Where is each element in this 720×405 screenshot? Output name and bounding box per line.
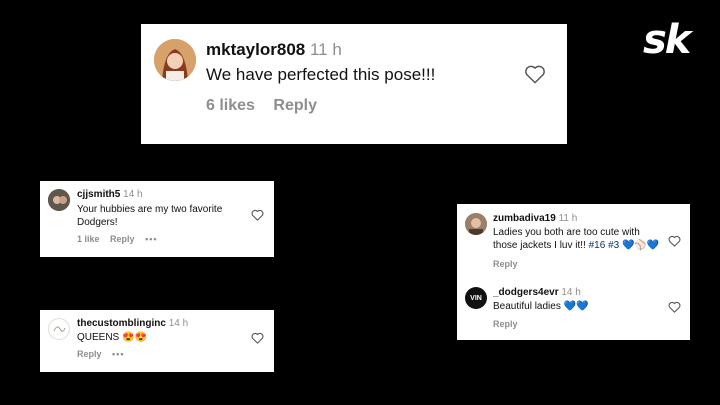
comment-actions: Reply	[493, 319, 518, 329]
reply-button[interactable]: Reply	[493, 319, 518, 329]
avatar-photo-icon	[154, 39, 196, 81]
timestamp[interactable]: 14 h	[169, 318, 188, 329]
timestamp[interactable]: 11 h	[559, 213, 578, 224]
avatar[interactable]	[48, 318, 70, 340]
reply-button[interactable]: Reply	[77, 349, 102, 359]
username-link[interactable]: mktaylor808	[206, 40, 305, 59]
sk-logo: sk	[643, 17, 691, 63]
avatar-photo-icon	[48, 189, 70, 211]
timestamp[interactable]: 11 h	[310, 40, 342, 59]
comment-header: mktaylor808 11 h	[206, 40, 342, 60]
heart-icon[interactable]	[668, 235, 681, 247]
username-link[interactable]: _dodgers4evr	[493, 287, 559, 298]
comment-card-main: mktaylor808 11 h We have perfected this …	[141, 24, 567, 144]
heart-icon[interactable]	[251, 332, 264, 344]
comment-actions: Reply	[493, 259, 518, 269]
heart-icon[interactable]	[668, 301, 681, 313]
likes-count-link[interactable]: 1 like	[77, 234, 100, 244]
avatar-photo-icon	[465, 213, 487, 235]
more-options-icon[interactable]: •••	[112, 349, 124, 359]
username-link[interactable]: cjjsmith5	[77, 189, 120, 200]
comment-text: Beautiful ladies 💙💙	[493, 301, 589, 312]
comment-text: Ladies you both are too cute with those …	[493, 226, 663, 252]
comment-card-right: zumbadiva19 11 h Ladies you both are too…	[457, 204, 690, 340]
username-link[interactable]: thecustomblinginc	[77, 318, 166, 329]
comment-header: thecustomblinginc 14 h	[77, 318, 188, 329]
avatar-logo-icon	[53, 326, 66, 332]
timestamp[interactable]: 14 h	[123, 189, 142, 200]
heart-icon[interactable]	[251, 209, 264, 221]
comment-header: zumbadiva19 11 h	[493, 213, 577, 224]
comment-emoji: 💙⚾💙	[619, 240, 660, 251]
comment-header: _dodgers4evr 14 h	[493, 287, 581, 298]
comment-card-cjjsmith5: cjjsmith5 14 h Your hubbies are my two f…	[40, 181, 274, 257]
avatar-text: VIN	[470, 294, 482, 302]
comment-actions: 1 like Reply •••	[77, 234, 158, 244]
reply-button[interactable]: Reply	[273, 97, 317, 114]
comment-text: Your hubbies are my two favorite Dodgers…	[77, 204, 223, 228]
avatar[interactable]	[48, 189, 70, 211]
avatar[interactable]: VIN	[465, 287, 487, 309]
hashtag-link[interactable]: #16 #3	[589, 240, 620, 251]
comment-actions: Reply •••	[77, 349, 124, 359]
comment-text: We have perfected this pose!!!	[206, 65, 436, 84]
avatar[interactable]	[465, 213, 487, 235]
comment-header: cjjsmith5 14 h	[77, 189, 143, 200]
reply-button[interactable]: Reply	[493, 259, 518, 269]
comment-card-thecustomblinginc: thecustomblinginc 14 h QUEENS 😍😍 Reply •…	[40, 310, 274, 372]
heart-icon[interactable]	[524, 64, 546, 84]
avatar[interactable]	[154, 39, 196, 81]
username-link[interactable]: zumbadiva19	[493, 213, 556, 224]
timestamp[interactable]: 14 h	[561, 287, 580, 298]
reply-button[interactable]: Reply	[110, 234, 135, 244]
likes-count-link[interactable]: 6 likes	[206, 97, 255, 114]
more-options-icon[interactable]: •••	[145, 234, 157, 244]
comment-actions: 6 likes Reply	[206, 97, 317, 115]
comment-text: QUEENS 😍😍	[77, 332, 147, 343]
